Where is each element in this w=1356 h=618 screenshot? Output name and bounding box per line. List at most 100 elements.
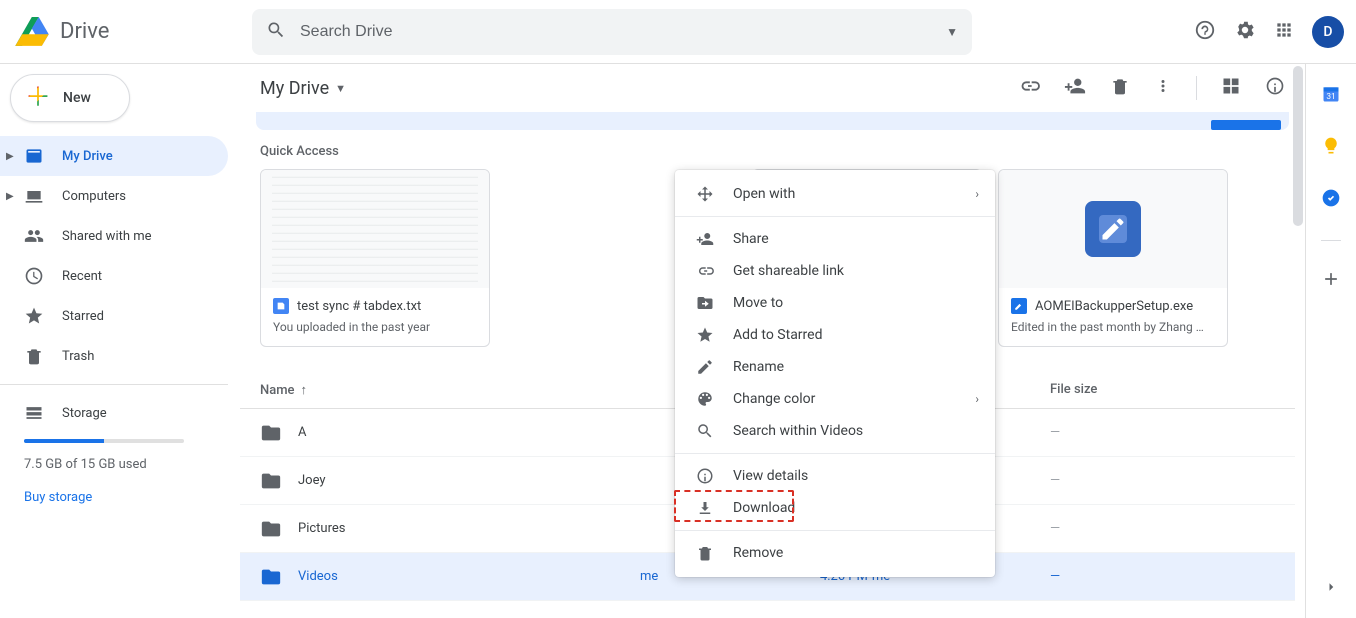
storage-block: 7.5 GB of 15 GB used Buy storage xyxy=(0,439,240,505)
row-name: Joey xyxy=(298,473,326,488)
breadcrumb[interactable]: My Drive ▼ xyxy=(260,78,346,99)
qa-subtitle: Edited in the past month by Zhang … xyxy=(1011,320,1215,334)
ctx-separator xyxy=(675,216,995,217)
search-icon xyxy=(695,422,715,440)
sidebar-item-label: My Drive xyxy=(62,149,113,164)
context-menu: Open with › Share Get shareable link Mov… xyxy=(675,170,995,577)
plus-icon: ＋ xyxy=(25,85,51,111)
more-vert-icon[interactable] xyxy=(1154,77,1172,99)
add-person-icon[interactable] xyxy=(1064,75,1086,101)
storage-progress xyxy=(24,439,184,443)
sidebar-item-label: Starred xyxy=(62,309,104,324)
sidebar-item-trash[interactable]: Trash xyxy=(0,336,228,376)
info-icon xyxy=(695,467,715,485)
search-options-caret-icon[interactable]: ▼ xyxy=(946,25,958,39)
new-button-label: New xyxy=(63,90,91,106)
ctx-label: Share xyxy=(733,231,769,247)
sidepanel-divider xyxy=(1321,240,1341,241)
row-size: — xyxy=(1050,521,1230,536)
ctx-label: Rename xyxy=(733,359,784,375)
svg-text:31: 31 xyxy=(1326,92,1335,102)
row-name: Videos xyxy=(298,569,338,584)
ctx-view-details[interactable]: View details xyxy=(675,460,995,492)
get-addons-icon[interactable] xyxy=(1321,269,1341,293)
ctx-open-with[interactable]: Open with › xyxy=(675,178,995,210)
search-input[interactable] xyxy=(298,22,946,42)
sidebar-item-starred[interactable]: Starred xyxy=(0,296,228,336)
ctx-change-color[interactable]: Change color › xyxy=(675,383,995,415)
info-icon[interactable] xyxy=(1265,76,1285,100)
row-name: A xyxy=(298,425,306,440)
sidebar-item-label: Shared with me xyxy=(62,229,152,244)
qa-file-name: test sync # tabdex.txt xyxy=(297,299,421,314)
ctx-label: Get shareable link xyxy=(733,263,844,279)
ctx-label: Remove xyxy=(733,545,783,561)
qa-subtitle: You uploaded in the past year xyxy=(273,320,477,334)
preview-thumbnail xyxy=(999,170,1227,288)
help-icon[interactable] xyxy=(1194,19,1216,45)
palette-icon xyxy=(695,390,715,408)
download-icon xyxy=(695,499,715,517)
header-actions: D xyxy=(1194,16,1344,48)
sidebar-item-computers[interactable]: ▶ Computers xyxy=(0,176,228,216)
link-icon xyxy=(695,262,715,280)
view-grid-icon[interactable] xyxy=(1221,76,1241,100)
ctx-label: Change color xyxy=(733,391,815,407)
expand-caret-icon[interactable]: ▶ xyxy=(6,151,14,162)
ctx-label: Search within Videos xyxy=(733,423,863,439)
quick-access-card[interactable]: test sync # tabdex.txt You uploaded in t… xyxy=(260,169,490,347)
sort-asc-icon: ↑ xyxy=(301,383,308,398)
new-button[interactable]: ＋ New xyxy=(10,74,130,122)
sidebar-item-my-drive[interactable]: ▶ My Drive xyxy=(0,136,228,176)
ctx-label: Move to xyxy=(733,295,783,311)
ctx-remove[interactable]: Remove xyxy=(675,537,995,569)
drive-logo-icon xyxy=(12,12,52,52)
ctx-label: View details xyxy=(733,468,808,484)
keep-addon-icon[interactable] xyxy=(1321,136,1341,160)
ctx-label: Download xyxy=(733,500,795,516)
apps-grid-icon[interactable] xyxy=(1274,20,1294,44)
vertical-scrollbar[interactable] xyxy=(1293,66,1303,226)
buy-storage-link[interactable]: Buy storage xyxy=(24,490,240,505)
ctx-search-within[interactable]: Search within Videos xyxy=(675,415,995,447)
expand-caret-icon[interactable]: ▶ xyxy=(6,191,14,202)
delete-icon[interactable] xyxy=(1110,76,1130,100)
sidebar-item-storage[interactable]: Storage xyxy=(0,393,228,433)
search-container: ▼ xyxy=(252,9,1194,55)
sidebar: ＋ New ▶ My Drive ▶ Computers Shared with… xyxy=(0,64,240,618)
ctx-add-starred[interactable]: Add to Starred xyxy=(675,319,995,351)
side-panel: 31 xyxy=(1306,64,1356,618)
doc-file-icon xyxy=(273,298,289,314)
ctx-label: Add to Starred xyxy=(733,327,822,343)
hide-sidepanel-icon[interactable] xyxy=(1322,578,1340,600)
sidebar-divider xyxy=(0,384,228,385)
ctx-share[interactable]: Share xyxy=(675,223,995,255)
ctx-separator xyxy=(675,530,995,531)
quick-access-card[interactable]: AOMEIBackupperSetup.exe Edited in the pa… xyxy=(998,169,1228,347)
sidebar-item-shared[interactable]: Shared with me xyxy=(0,216,228,256)
move-icon xyxy=(695,294,715,312)
breadcrumb-caret-icon: ▼ xyxy=(335,82,346,95)
sidebar-item-label: Trash xyxy=(62,349,94,364)
row-name: Pictures xyxy=(298,521,345,536)
account-avatar[interactable]: D xyxy=(1312,16,1344,48)
col-name[interactable]: Name↑ xyxy=(260,382,640,398)
ctx-move-to[interactable]: Move to xyxy=(675,287,995,319)
logo-block[interactable]: Drive xyxy=(12,12,252,52)
search-box[interactable]: ▼ xyxy=(252,9,972,55)
ctx-download[interactable]: Download xyxy=(675,492,995,524)
info-banner-remnant xyxy=(256,112,1289,130)
col-size[interactable]: File size xyxy=(1050,382,1230,397)
exe-file-icon xyxy=(1011,298,1027,314)
row-size: — xyxy=(1050,569,1230,584)
ctx-rename[interactable]: Rename xyxy=(675,351,995,383)
sidebar-item-recent[interactable]: Recent xyxy=(0,256,228,296)
tasks-addon-icon[interactable] xyxy=(1321,188,1341,212)
ctx-get-link[interactable]: Get shareable link xyxy=(675,255,995,287)
settings-gear-icon[interactable] xyxy=(1234,19,1256,45)
trash-icon xyxy=(695,544,715,562)
open-with-icon xyxy=(695,185,715,203)
share-icon xyxy=(695,230,715,248)
get-link-icon[interactable] xyxy=(1018,75,1040,101)
calendar-addon-icon[interactable]: 31 xyxy=(1321,84,1341,108)
